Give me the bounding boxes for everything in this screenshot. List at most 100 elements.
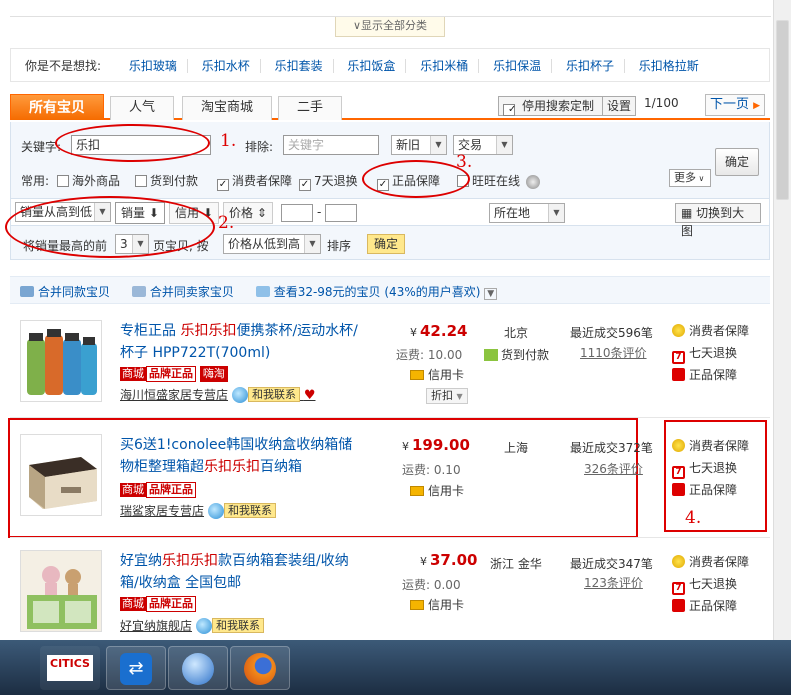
guarantee-7day[interactable]: 7 七天退换	[672, 573, 749, 595]
product-title-link[interactable]: 好宜纳乐扣乐扣款百纳箱套装组/收纳箱/收纳盒 全国包邮	[120, 550, 365, 594]
guarantee-genuine[interactable]: 正品保障	[672, 479, 749, 501]
reviews-link[interactable]: 123条评价	[584, 574, 643, 591]
did-you-mean-bar: 你是不是想找: 乐扣玻璃 乐扣水杯 乐扣套装 乐扣饭盒 乐扣米桶 乐扣保温 乐扣…	[10, 48, 770, 82]
windows-taskbar: CITICS ⇄	[0, 640, 791, 695]
merge-same-item-link[interactable]: 合并同款宝贝	[20, 285, 110, 299]
reviews-link[interactable]: 326条评价	[584, 460, 643, 477]
credit-card-icon	[410, 600, 424, 610]
page-scrollbar[interactable]	[773, 0, 791, 640]
shop-link[interactable]: 好宜纳旗舰店 和我联系	[120, 617, 265, 634]
guarantee-consumer[interactable]: 消费者保障	[672, 435, 749, 457]
product-thumbnail[interactable]	[20, 550, 102, 632]
exclude-input[interactable]: 关键字	[283, 135, 379, 155]
product-title-link[interactable]: 买6送1!conolee韩国收纳盒收纳箱储物柜整理箱超乐扣乐扣百纳箱	[120, 434, 365, 478]
product-thumbnail[interactable]	[20, 320, 102, 402]
shield-icon	[672, 439, 685, 452]
suggest-link[interactable]: 乐扣杯子	[555, 59, 625, 73]
top-n-confirm-button[interactable]: 确定	[367, 234, 406, 254]
guarantee-7day[interactable]: 7 七天退换	[672, 457, 749, 479]
arrow-right-icon: ▶	[753, 101, 761, 111]
wangwang-icon[interactable]	[232, 387, 249, 403]
confirm-button[interactable]: 确定	[715, 148, 759, 176]
guarantee-list: 消费者保障 7 七天退换 正品保障	[672, 320, 749, 386]
common-label: 常用:	[21, 174, 50, 188]
guarantee-genuine[interactable]: 正品保障	[672, 364, 749, 386]
suggest-link[interactable]: 乐扣套装	[264, 59, 334, 73]
tab-tmall[interactable]: 淘宝商城	[182, 96, 272, 120]
settings-button[interactable]: 设置	[602, 97, 635, 115]
more-dropdown[interactable]: 更多 ∨	[669, 169, 711, 187]
suggest-link[interactable]: 乐扣玻璃	[118, 59, 188, 73]
tab-popularity[interactable]: 人气	[110, 96, 174, 120]
scrollbar-thumb[interactable]	[776, 20, 789, 200]
storage-set-image	[21, 551, 101, 631]
shop-link[interactable]: 瑞鲨家居专营店 和我联系	[120, 502, 277, 519]
citics-icon[interactable]: CITICS	[40, 646, 100, 690]
checkbox-icon[interactable]	[135, 175, 147, 187]
switch-big-view-button[interactable]: ▦ 切换到大图	[675, 203, 761, 238]
top-n-sort-select[interactable]: 价格从低到高 ▼	[223, 234, 321, 254]
chevron-down-icon: ∨	[696, 174, 705, 183]
guarantee-7day[interactable]: 7 七天退换	[672, 342, 749, 364]
reviews-link[interactable]: 1110条评价	[580, 344, 647, 361]
checkbox-icon[interactable]	[57, 175, 69, 187]
contact-seller-button[interactable]: 和我联系	[248, 387, 301, 402]
filter-overseas[interactable]: 海外商品	[57, 172, 120, 189]
location-select[interactable]: 所在地 ▼	[489, 203, 565, 223]
wangwang-icon[interactable]	[208, 503, 225, 519]
contact-seller-button[interactable]: 和我联系	[224, 503, 277, 518]
recent-sales: 最近成交372笔	[570, 441, 653, 455]
contact-seller-button[interactable]: 和我联系	[212, 618, 265, 633]
checkbox-icon[interactable]: ✓	[217, 179, 229, 191]
tab-all-items[interactable]: 所有宝贝	[10, 94, 104, 120]
checkbox-icon[interactable]: ✓	[299, 179, 311, 191]
brand-badge: 品牌正品	[146, 482, 196, 498]
firefox-icon[interactable]	[230, 646, 290, 690]
product-thumbnail[interactable]	[20, 434, 102, 516]
messenger-glyph	[182, 653, 214, 685]
messenger-icon[interactable]	[168, 646, 228, 690]
teamviewer-icon[interactable]: ⇄	[106, 646, 166, 690]
suggest-link[interactable]: 乐扣水杯	[191, 59, 261, 73]
suggest-link[interactable]: 乐扣米桶	[410, 59, 480, 73]
show-all-categories-button[interactable]: ∨显示全部分类	[335, 17, 445, 37]
suggest-link[interactable]: 乐扣格拉斯	[629, 59, 709, 73]
brand-badge: 品牌正品	[146, 366, 196, 382]
tab-second-hand[interactable]: 二手	[278, 96, 342, 120]
cod-label: 货到付款	[484, 346, 549, 363]
price: ¥42.24	[410, 322, 468, 340]
disable-customize-toggle[interactable]: ✓ 停用搜索定制	[499, 97, 602, 116]
freight: 运费: 0.00	[402, 578, 461, 592]
discount-dropdown[interactable]: 折扣 ▼	[426, 388, 468, 404]
filter-7day-return[interactable]: ✓ 7天退换	[299, 172, 358, 191]
recent-sales: 最近成交347笔	[570, 557, 653, 571]
merge-icon	[20, 286, 34, 297]
suggest-link[interactable]: 乐扣饭盒	[337, 59, 407, 73]
freight: 运费: 10.00	[396, 348, 463, 362]
wangwang-icon[interactable]	[196, 618, 213, 634]
next-page-button[interactable]: 下一页 ▶	[705, 94, 765, 116]
guarantee-genuine[interactable]: 正品保障	[672, 595, 749, 617]
price-range-suggest-link[interactable]: 查看32-98元的宝贝 (43%的用户喜欢) ▼	[255, 285, 498, 300]
condition-select[interactable]: 新旧 ▼	[391, 135, 447, 155]
filter-cod[interactable]: 货到付款	[135, 172, 198, 189]
checkbox-icon[interactable]: ✓	[503, 104, 516, 116]
mall-badge: 商城	[120, 483, 146, 497]
list-item: 专柜正品 乐扣乐扣便携茶杯/运动水杯/杯子 HPP722T(700ml) 商城品…	[10, 310, 770, 418]
payment-method: 信用卡	[410, 482, 464, 499]
shop-link[interactable]: 海川恒盛家居专营店 和我联系 ♥	[120, 386, 316, 403]
chevron-down-icon: ▼	[484, 288, 498, 300]
page-indicator: 1/100	[644, 96, 679, 110]
filter-consumer-protection[interactable]: ✓ 消费者保障	[217, 172, 292, 191]
price-max-input[interactable]	[325, 204, 357, 222]
guarantee-consumer[interactable]: 消费者保障	[672, 551, 749, 573]
genuine-icon	[672, 599, 685, 612]
guarantee-list: 消费者保障 7 七天退换 正品保障	[672, 551, 749, 617]
suggest-link[interactable]: 乐扣保温	[483, 59, 553, 73]
merge-same-seller-link[interactable]: 合并同卖家宝贝	[131, 285, 234, 299]
credit-card-icon	[410, 370, 424, 380]
guarantee-consumer[interactable]: 消费者保障	[672, 320, 749, 342]
product-title-link[interactable]: 专柜正品 乐扣乐扣便携茶杯/运动水杯/杯子 HPP722T(700ml)	[120, 320, 365, 364]
cod-icon	[484, 349, 498, 361]
price-min-input[interactable]	[281, 204, 313, 222]
